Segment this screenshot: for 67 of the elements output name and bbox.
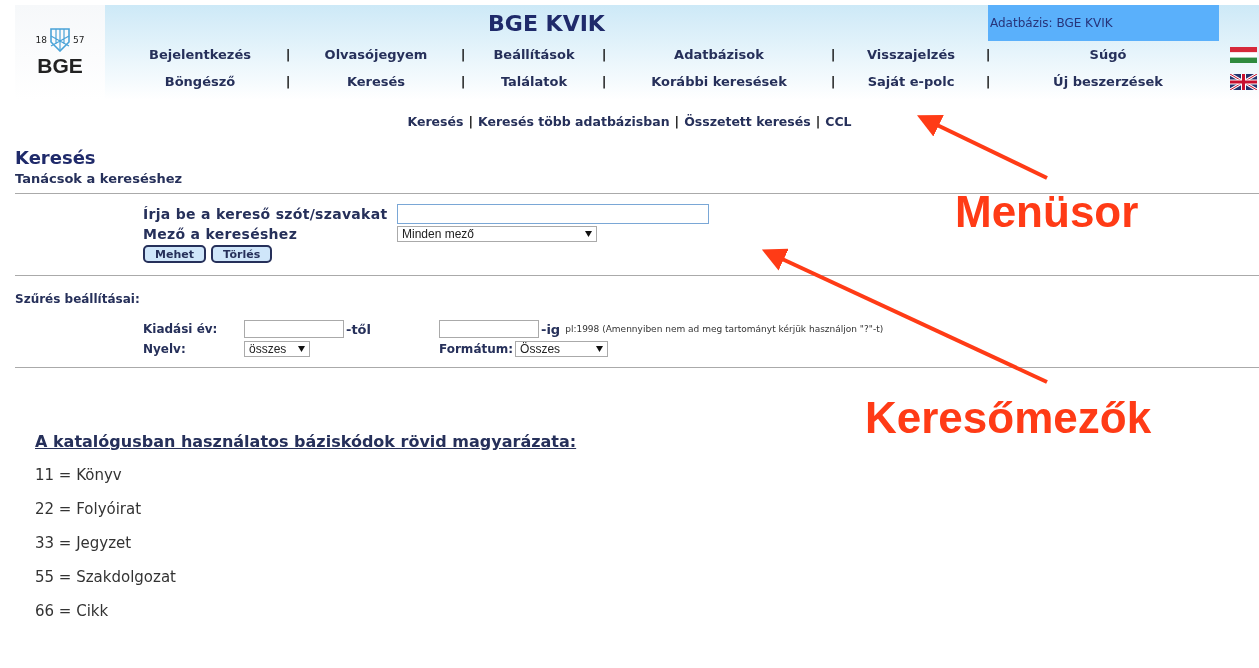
nav-link[interactable]: Korábbi keresések [651,74,787,89]
nav-link[interactable]: Böngésző [164,74,236,89]
form-button[interactable]: Mehet [143,245,206,263]
separator: | [815,114,821,129]
site-title: BGE KVIK [487,10,606,36]
shield-icon [50,27,70,52]
field-suffix: -ig [541,321,561,337]
page-title: Keresés [15,148,97,168]
separator: | [830,74,836,89]
nav-link[interactable]: Bejelentkezés [149,47,251,62]
logo-wordmark: BGE [37,53,83,78]
nav-link[interactable]: Adatbázisok [674,47,764,62]
submenu-link[interactable]: Összetett keresés [684,114,811,129]
year-to-field[interactable] [439,320,539,338]
separator: | [985,74,991,89]
help-link[interactable]: Tanácsok a kereséshez [15,171,183,186]
caret-icon [596,346,604,352]
separator: | [468,114,473,129]
separator: | [674,114,680,129]
submenu-link[interactable]: Keresés több adatbázisban [478,114,670,129]
separator: | [601,47,607,62]
submenu-link[interactable]: CCL [825,114,852,129]
submenu-link[interactable]: Keresés [407,114,464,129]
hint-text: pl:1998 (Amennyiben nem ad meg tartományt kérjük használjon "?"-t) [565,324,884,334]
separator: | [985,47,991,62]
database-label: Adatbázis: BGE KVIK [988,5,1219,41]
field-label: Kiadási év: [143,322,219,336]
nav-link[interactable]: Saját e-polc [867,74,955,89]
format-select[interactable]: Összes [515,341,609,357]
caret-icon [585,231,592,237]
separator: | [460,47,466,62]
field-select[interactable]: Minden mező [397,226,597,242]
legend-item: 33 = Jegyzet [35,533,133,553]
annotation-label: Menüsor [955,187,1139,237]
nav-link[interactable]: Súgó [1089,47,1127,62]
nav-link[interactable]: Keresés [346,74,406,89]
search-field[interactable] [397,204,709,224]
separator: | [285,47,291,62]
legend-title: A katalógusban használatos báziskódok rövid magyarázata: [35,432,578,451]
form-button[interactable]: Törlés [210,245,273,263]
hungarian-flag-icon[interactable] [1230,46,1257,63]
logo-year: 57 [73,34,85,45]
legend-item: 11 = Könyv [35,465,123,485]
legend-item: 22 = Folyóirat [35,499,143,519]
separator: | [285,74,291,89]
language-select[interactable]: összes [244,341,310,357]
legend-item: 66 = Cikk [35,601,110,621]
separator: | [601,74,607,89]
nav-link[interactable]: Beállítások [493,47,575,62]
british-flag-icon[interactable] [1230,73,1257,90]
section-title: Szűrés beállításai: [15,292,141,306]
nav-link[interactable]: Új beszerzések [1053,74,1163,89]
legend-item: 55 = Szakdolgozat [35,567,177,587]
annotation-label: Keresőmezők [865,393,1152,443]
separator: | [460,74,466,89]
nav-link[interactable]: Visszajelzés [867,47,955,62]
caret-icon [298,346,305,352]
separator: | [830,47,836,62]
field-label: Nyelv: [143,342,187,356]
field-label: Mező a kereséshez [143,226,299,242]
field-label: Formátum: [439,342,514,356]
nav-link[interactable]: Találatok [500,74,568,89]
field-label: Írja be a kereső szót/szavakat [143,206,389,222]
nav-link[interactable]: Olvasójegyem [324,47,428,62]
field-suffix: -től [346,321,371,337]
logo-year: 18 [35,34,47,45]
year-from-field[interactable] [244,320,344,338]
